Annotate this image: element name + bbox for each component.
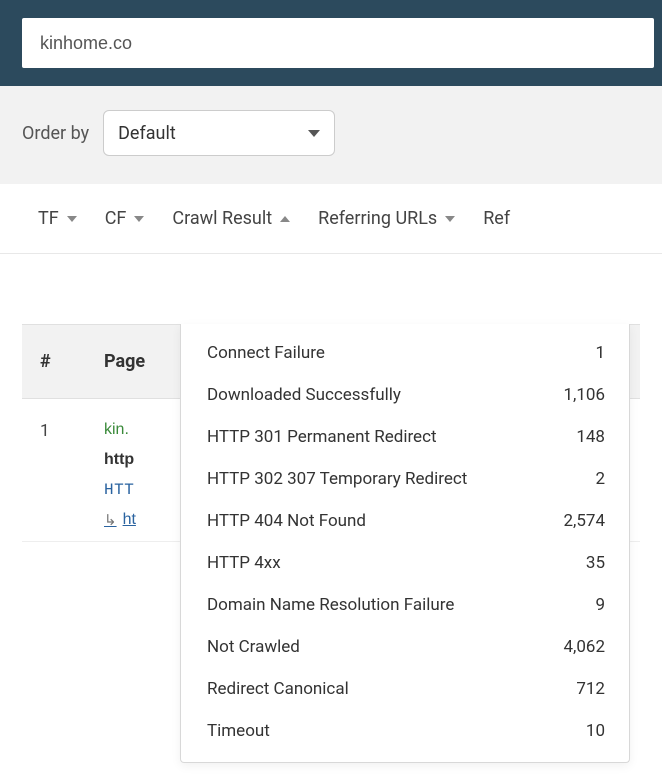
chevron-up-icon (280, 216, 290, 222)
filter-bar: TF CF Crawl Result Referring URLs Ref (0, 184, 662, 254)
crawl-option-label: HTTP 302 307 Temporary Redirect (207, 469, 467, 489)
crawl-option-label: Downloaded Successfully (207, 385, 401, 405)
redirect-arrow-icon: ↳ (104, 511, 117, 529)
order-by-select[interactable]: Default (103, 110, 335, 156)
filter-crawl-result[interactable]: Crawl Result (172, 208, 290, 243)
crawl-option-count: 35 (586, 553, 605, 573)
order-by-bar: Order by Default (0, 86, 662, 184)
filter-referring-label: Referring URLs (318, 208, 437, 229)
chevron-down-icon (67, 216, 77, 222)
crawl-option[interactable]: HTTP 301 Permanent Redirect 148 (181, 416, 629, 458)
crawl-option[interactable]: Downloaded Successfully 1,106 (181, 374, 629, 416)
filter-referring-urls[interactable]: Referring URLs (318, 208, 455, 243)
crawl-option[interactable]: HTTP 4xx 35 (181, 542, 629, 584)
chevron-down-icon (308, 130, 320, 137)
order-by-value: Default (118, 123, 176, 144)
filter-ref-partial-label: Ref (483, 208, 510, 229)
crawl-option[interactable]: Redirect Canonical 712 (181, 668, 629, 710)
chevron-down-icon (445, 216, 455, 222)
crawl-option-count: 9 (595, 595, 605, 615)
crawl-option-label: HTTP 404 Not Found (207, 511, 366, 531)
crawl-option[interactable]: HTTP 302 307 Temporary Redirect 2 (181, 458, 629, 500)
crawl-option-count: 1,106 (563, 385, 605, 405)
crawl-option-count: 2 (595, 469, 605, 489)
crawl-option-count: 2,574 (563, 511, 605, 531)
crawl-option-label: Timeout (207, 721, 270, 741)
chevron-down-icon (134, 216, 144, 222)
crawl-option-label: HTTP 4xx (207, 553, 281, 573)
filter-tf-label: TF (38, 208, 59, 229)
crawl-option[interactable]: Not Crawled 4,062 (181, 626, 629, 668)
crawl-option-count: 10 (586, 721, 605, 741)
search-input[interactable] (22, 18, 654, 68)
order-by-label: Order by (22, 123, 89, 144)
crawl-option[interactable]: Timeout 10 (181, 710, 629, 752)
crawl-option[interactable]: HTTP 404 Not Found 2,574 (181, 500, 629, 542)
crawl-option-label: HTTP 301 Permanent Redirect (207, 427, 437, 447)
top-bar (0, 0, 662, 86)
crawl-option-count: 1 (595, 343, 605, 363)
crawl-option-label: Domain Name Resolution Failure (207, 595, 454, 615)
crawl-option[interactable]: Connect Failure 1 (181, 332, 629, 374)
crawl-option-count: 712 (576, 679, 605, 699)
crawl-option-count: 4,062 (563, 637, 605, 657)
filter-cf-label: CF (105, 208, 127, 229)
crawl-option-label: Connect Failure (207, 343, 325, 363)
crawl-option[interactable]: Domain Name Resolution Failure 9 (181, 584, 629, 626)
col-header-index: # (40, 351, 104, 372)
filter-crawl-label: Crawl Result (172, 208, 272, 229)
crawl-option-count: 148 (576, 427, 605, 447)
filter-ref-partial[interactable]: Ref (483, 208, 510, 243)
redirect-text: ht (123, 511, 136, 529)
crawl-option-label: Not Crawled (207, 637, 300, 657)
crawl-result-dropdown: Connect Failure 1 Downloaded Successfully 1… (180, 324, 630, 763)
row-index: 1 (40, 421, 104, 529)
filter-tf[interactable]: TF (38, 208, 77, 243)
content-area: # Page 1 kin. http HTT ↳ ht Connect Fail… (0, 324, 662, 542)
filter-cf[interactable]: CF (105, 208, 145, 243)
crawl-option-label: Redirect Canonical (207, 679, 349, 699)
